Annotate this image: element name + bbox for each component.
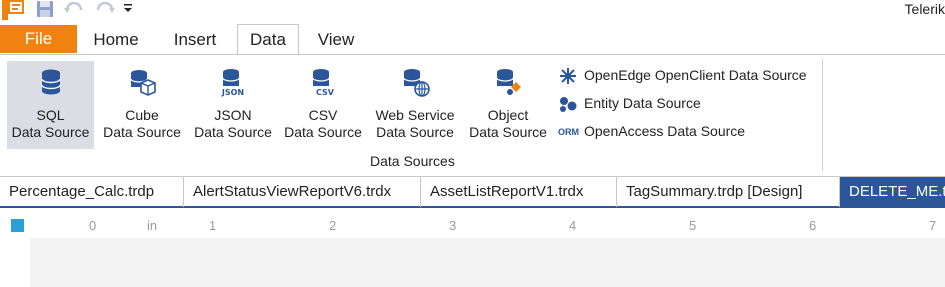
openaccess-data-source-button[interactable]: ORM OpenAccess Data Source	[558, 120, 745, 142]
doc-tab-active[interactable]: DELETE_ME.trdp	[840, 177, 945, 207]
button-label-line2: Data Source	[103, 124, 181, 140]
cube-database-icon	[127, 67, 157, 97]
ruler-label: 0	[89, 218, 97, 233]
ruler-corner-button[interactable]	[11, 219, 24, 232]
button-label-line1: SQL	[36, 107, 65, 123]
object-data-source-button[interactable]: Object Data Source	[464, 61, 552, 149]
ribbon-group-separator	[822, 59, 823, 171]
button-label-line2: Data Source	[284, 124, 362, 140]
button-label-line1: Object	[487, 107, 529, 123]
horizontal-ruler: 0 in 1 2 3 4 5 6 7	[30, 216, 945, 238]
design-surface: 0 in 1 2 3 4 5 6 7	[0, 208, 945, 287]
report-canvas[interactable]	[30, 238, 945, 287]
tab-insert[interactable]: Insert	[160, 25, 230, 54]
ruler-label: 7	[929, 218, 937, 233]
doc-tab[interactable]: AssetListReportV1.trdx	[421, 177, 617, 207]
vertical-ruler	[0, 238, 30, 287]
quick-access-toolbar: Telerik	[0, 0, 945, 22]
tab-view[interactable]: View	[306, 25, 366, 54]
button-label-line2: Data Source	[194, 124, 272, 140]
window-title: Telerik	[904, 1, 945, 17]
report-designer-icon[interactable]	[2, 0, 24, 25]
customize-dropdown-icon[interactable]	[123, 1, 133, 19]
ruler-label: 6	[809, 218, 817, 233]
button-label-line1: Web Service	[375, 107, 455, 123]
small-button-label: OpenAccess Data Source	[584, 123, 746, 139]
openedge-icon	[558, 67, 578, 85]
button-label-line2: Data Source	[376, 124, 454, 140]
openedge-data-source-button[interactable]: OpenEdge OpenClient Data Source	[558, 64, 807, 86]
save-icon[interactable]	[36, 0, 54, 23]
ribbon-group-label: Data Sources	[370, 153, 455, 169]
button-label-line2: Data Source	[469, 124, 547, 140]
doc-tab[interactable]: Percentage_Calc.trdp	[0, 177, 184, 207]
entity-data-source-button[interactable]: Entity Data Source	[558, 92, 701, 114]
json-data-source-button[interactable]: JSON JSON Data Source	[190, 61, 276, 149]
ruler-label: 5	[689, 218, 697, 233]
ruler-label: 2	[329, 218, 337, 233]
json-database-icon: JSON	[218, 67, 248, 97]
button-label-line1: CSV	[308, 107, 338, 123]
cube-data-source-button[interactable]: Cube Data Source	[99, 61, 185, 149]
ruler-label: 3	[449, 218, 457, 233]
small-button-label: Entity Data Source	[584, 95, 701, 111]
csv-database-icon: CSV	[308, 67, 338, 97]
svg-text:JSON: JSON	[221, 88, 244, 97]
tab-home[interactable]: Home	[82, 25, 150, 54]
ruler-unit: in	[147, 218, 158, 233]
ruler-label: 1	[209, 218, 217, 233]
svg-text:CSV: CSV	[316, 88, 335, 97]
small-button-label: OpenEdge OpenClient Data Source	[584, 67, 807, 83]
web-service-data-source-button[interactable]: Web Service Data Source	[371, 61, 459, 149]
redo-icon[interactable]	[93, 1, 115, 21]
web-service-icon	[400, 67, 430, 97]
sql-data-source-button[interactable]: SQL Data Source	[7, 61, 94, 149]
csv-data-source-button[interactable]: CSV CSV Data Source	[280, 61, 366, 149]
tab-data[interactable]: Data	[237, 24, 299, 54]
ribbon-panel: SQL Data Source Cube Data Source JSON JS…	[0, 54, 945, 176]
button-label-line2: Data Source	[11, 124, 90, 140]
doc-tab[interactable]: AlertStatusViewReportV6.trdx	[184, 177, 421, 207]
orm-icon: ORM	[558, 127, 579, 138]
entity-icon	[558, 95, 578, 113]
ruler-label: 4	[569, 218, 577, 233]
undo-icon[interactable]	[64, 1, 86, 21]
tab-file[interactable]: File	[0, 25, 77, 53]
database-icon	[36, 67, 66, 97]
doc-tab[interactable]: TagSummary.trdp [Design]	[617, 177, 840, 207]
button-label-line1: JSON	[214, 107, 252, 123]
button-label-line1: Cube	[125, 107, 159, 123]
document-tab-strip: Percentage_Calc.trdp AlertStatusViewRepo…	[0, 176, 945, 208]
object-database-icon	[493, 67, 523, 97]
